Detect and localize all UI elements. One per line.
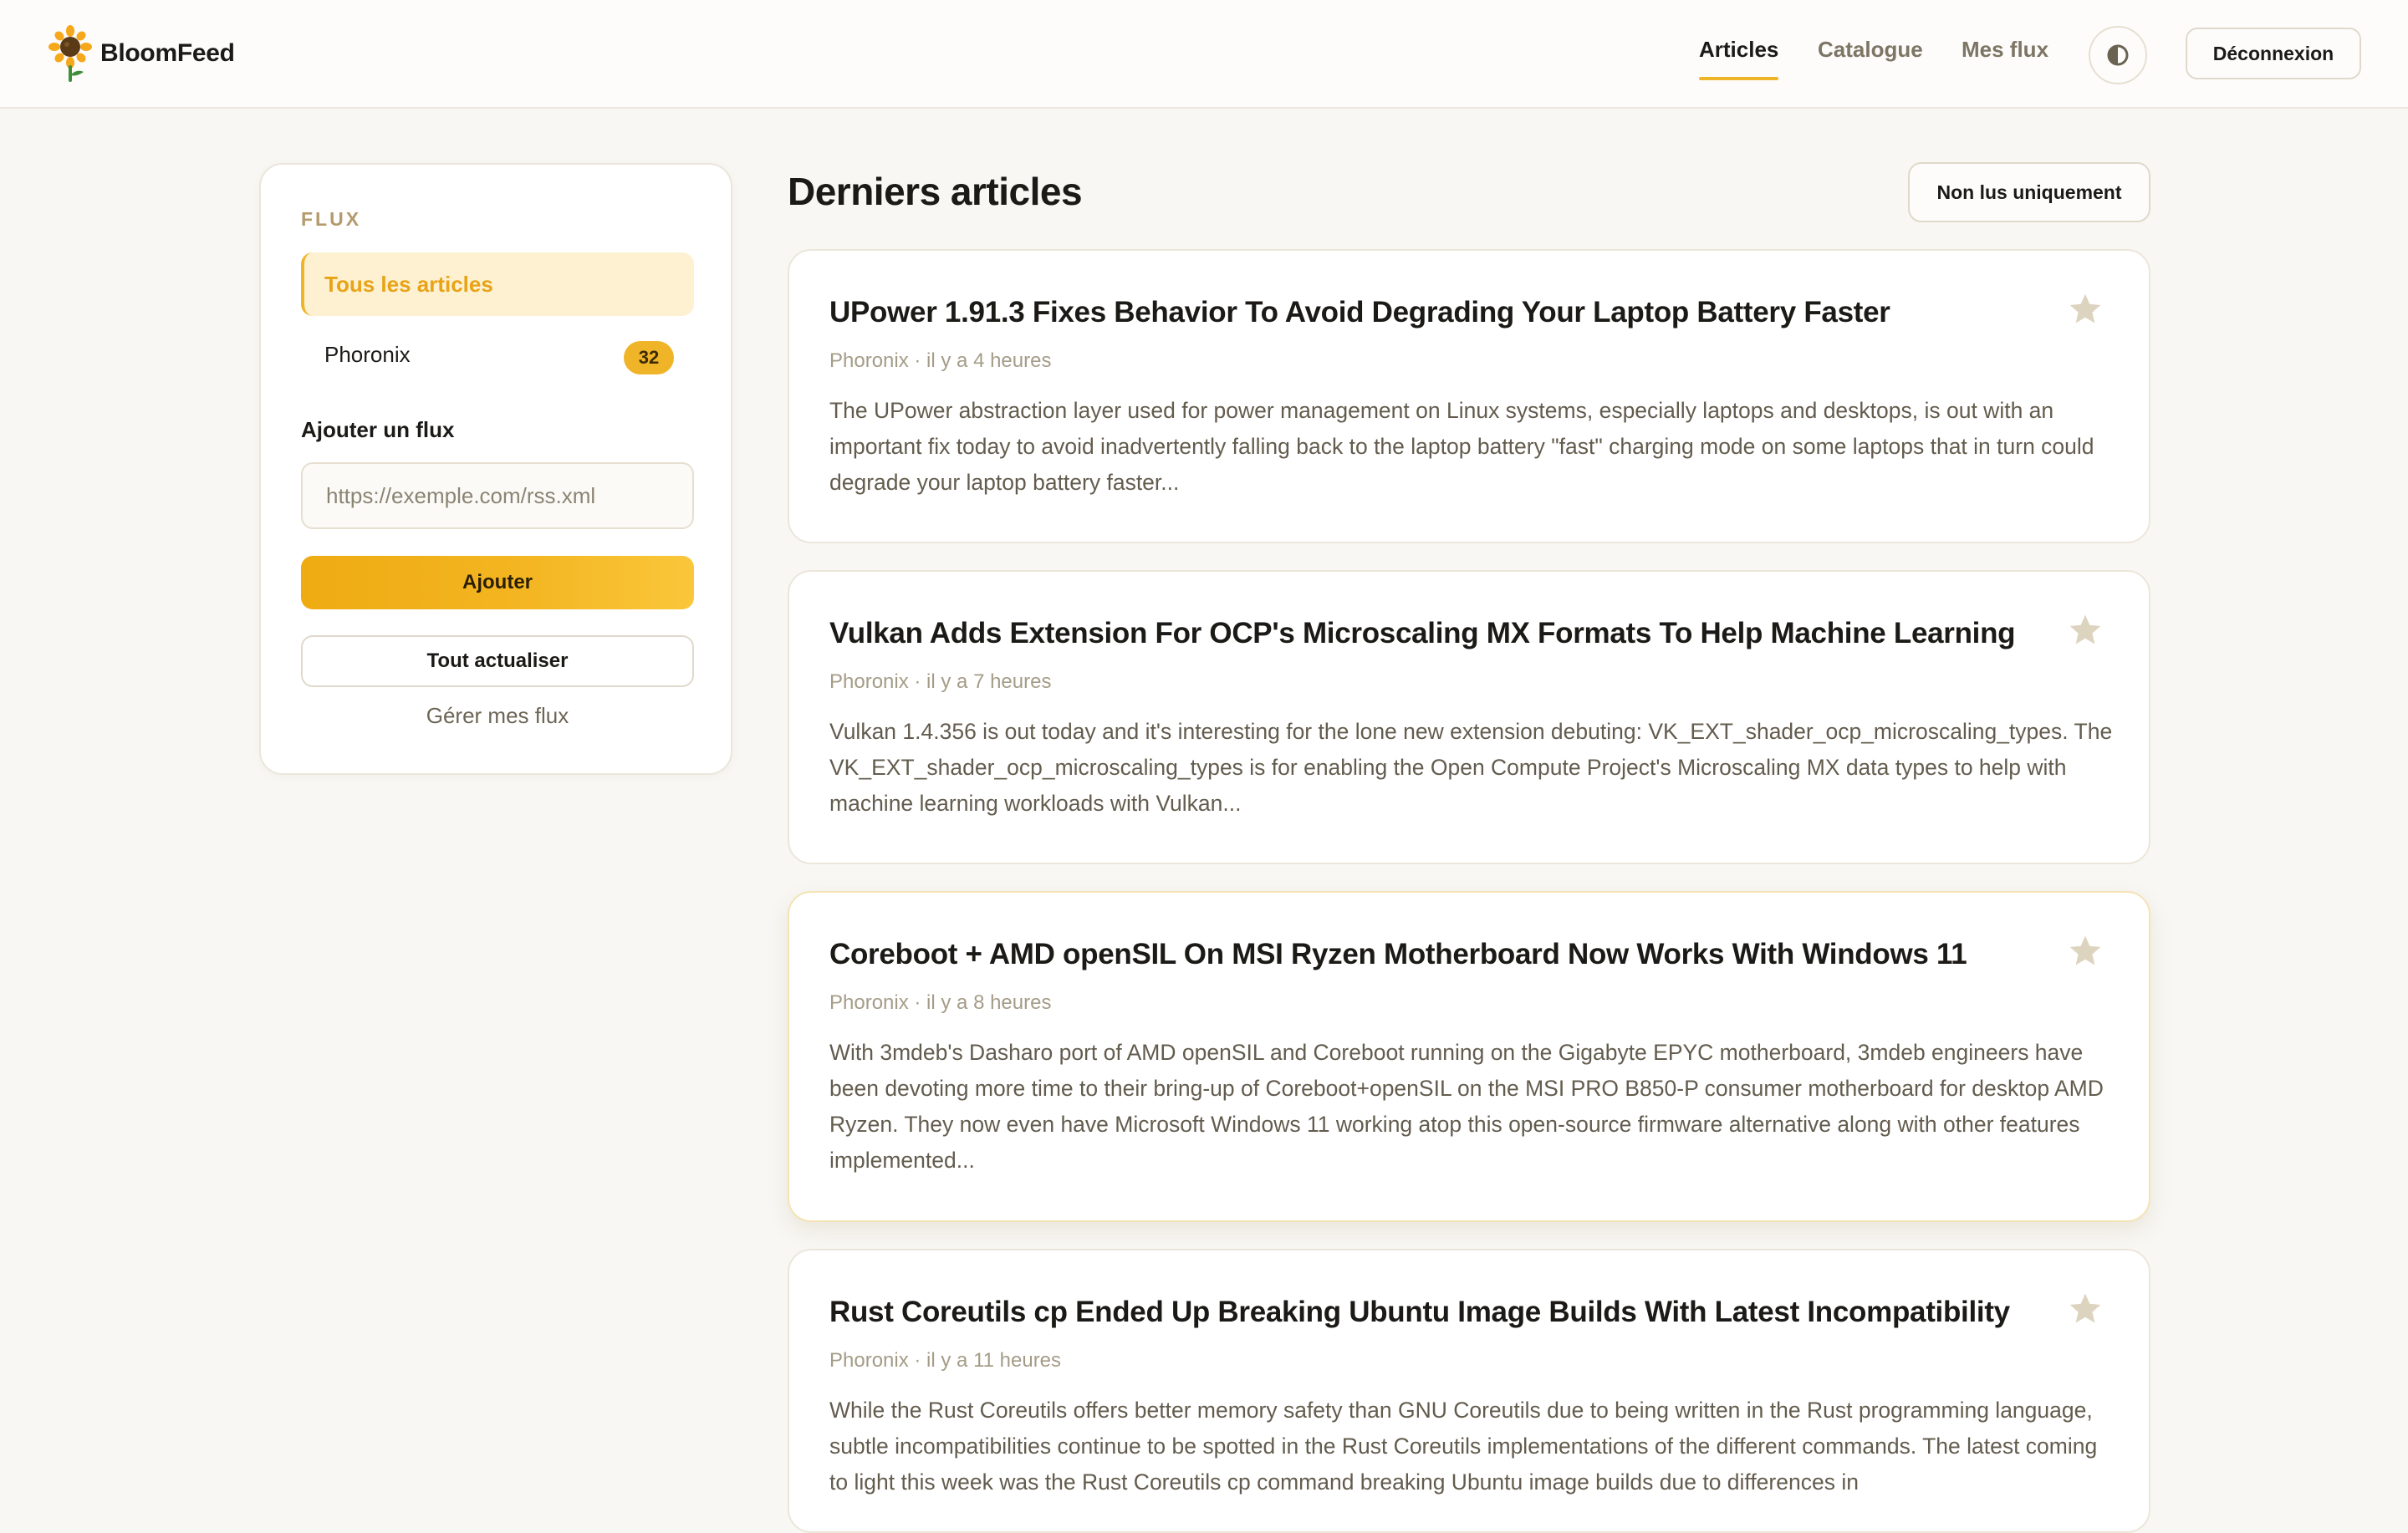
refresh-all-button[interactable]: Tout actualiser (301, 635, 694, 687)
article-meta: Phoronix · il y a 7 heures (829, 670, 1052, 693)
unread-only-filter-button[interactable]: Non lus uniquement (1908, 162, 2150, 222)
sidebar-item-all-articles[interactable]: Tous les articles (301, 252, 694, 316)
sidebar-item-label: Tous les articles (324, 271, 493, 297)
article-meta: Phoronix · il y a 8 heures (829, 991, 1052, 1014)
add-feed-label: Ajouter un flux (301, 417, 455, 442)
star-icon[interactable] (2067, 291, 2104, 328)
article-excerpt: While the Rust Coreutils offers better m… (829, 1398, 2098, 1495)
star-icon[interactable] (2067, 1291, 2104, 1327)
sunflower-icon (48, 25, 92, 82)
logout-button[interactable]: Déconnexion (2186, 28, 2361, 79)
article-title[interactable]: Coreboot + AMD openSIL On MSI Ryzen Moth… (829, 938, 2017, 971)
nav-mes-flux[interactable]: Mes flux (1962, 37, 2048, 63)
article-card[interactable]: Rust Coreutils cp Ended Up Breaking Ubun… (788, 1249, 2150, 1533)
sidebar-item-label: Phoronix (324, 341, 411, 367)
nav-articles[interactable]: Articles (1699, 37, 1779, 80)
article-excerpt: The UPower abstraction layer used for po… (829, 398, 2094, 495)
unread-count-badge: 32 (624, 341, 674, 374)
article-title[interactable]: Rust Coreutils cp Ended Up Breaking Ubun… (829, 1296, 2017, 1329)
half-circle-contrast-icon (2107, 44, 2129, 66)
sidebar-item-phoronix[interactable]: Phoronix 32 (301, 323, 694, 386)
sidebar-heading: FLUX (301, 208, 362, 230)
article-excerpt: Vulkan 1.4.356 is out today and it's int… (829, 719, 2113, 816)
article-meta: Phoronix · il y a 11 heures (829, 1349, 1062, 1372)
page-title: Derniers articles (788, 170, 1083, 213)
article-card[interactable]: Coreboot + AMD openSIL On MSI Ryzen Moth… (788, 891, 2150, 1222)
article-card[interactable]: Vulkan Adds Extension For OCP's Microsca… (788, 570, 2150, 864)
article-title[interactable]: UPower 1.91.3 Fixes Behavior To Avoid De… (829, 296, 2017, 329)
article-title[interactable]: Vulkan Adds Extension For OCP's Microsca… (829, 617, 2017, 650)
star-icon[interactable] (2067, 612, 2104, 649)
article-excerpt: With 3mdeb's Dasharo port of AMD openSIL… (829, 1040, 2104, 1173)
feeds-sidebar: FLUX Tous les articles Phoronix 32 Ajout… (259, 163, 732, 775)
article-card[interactable]: UPower 1.91.3 Fixes Behavior To Avoid De… (788, 249, 2150, 543)
manage-feeds-link[interactable]: Gérer mes flux (301, 703, 694, 729)
brand-name: BloomFeed (100, 39, 235, 67)
star-icon[interactable] (2067, 933, 2104, 970)
theme-toggle-button[interactable] (2089, 26, 2147, 84)
nav-catalogue[interactable]: Catalogue (1818, 37, 1923, 63)
top-navigation-bar: BloomFeed Articles Catalogue Mes flux Dé… (0, 0, 2408, 109)
brand[interactable]: BloomFeed (47, 25, 235, 82)
add-feed-button[interactable]: Ajouter (301, 556, 694, 609)
feed-url-input[interactable] (301, 462, 694, 529)
article-meta: Phoronix · il y a 4 heures (829, 349, 1052, 372)
